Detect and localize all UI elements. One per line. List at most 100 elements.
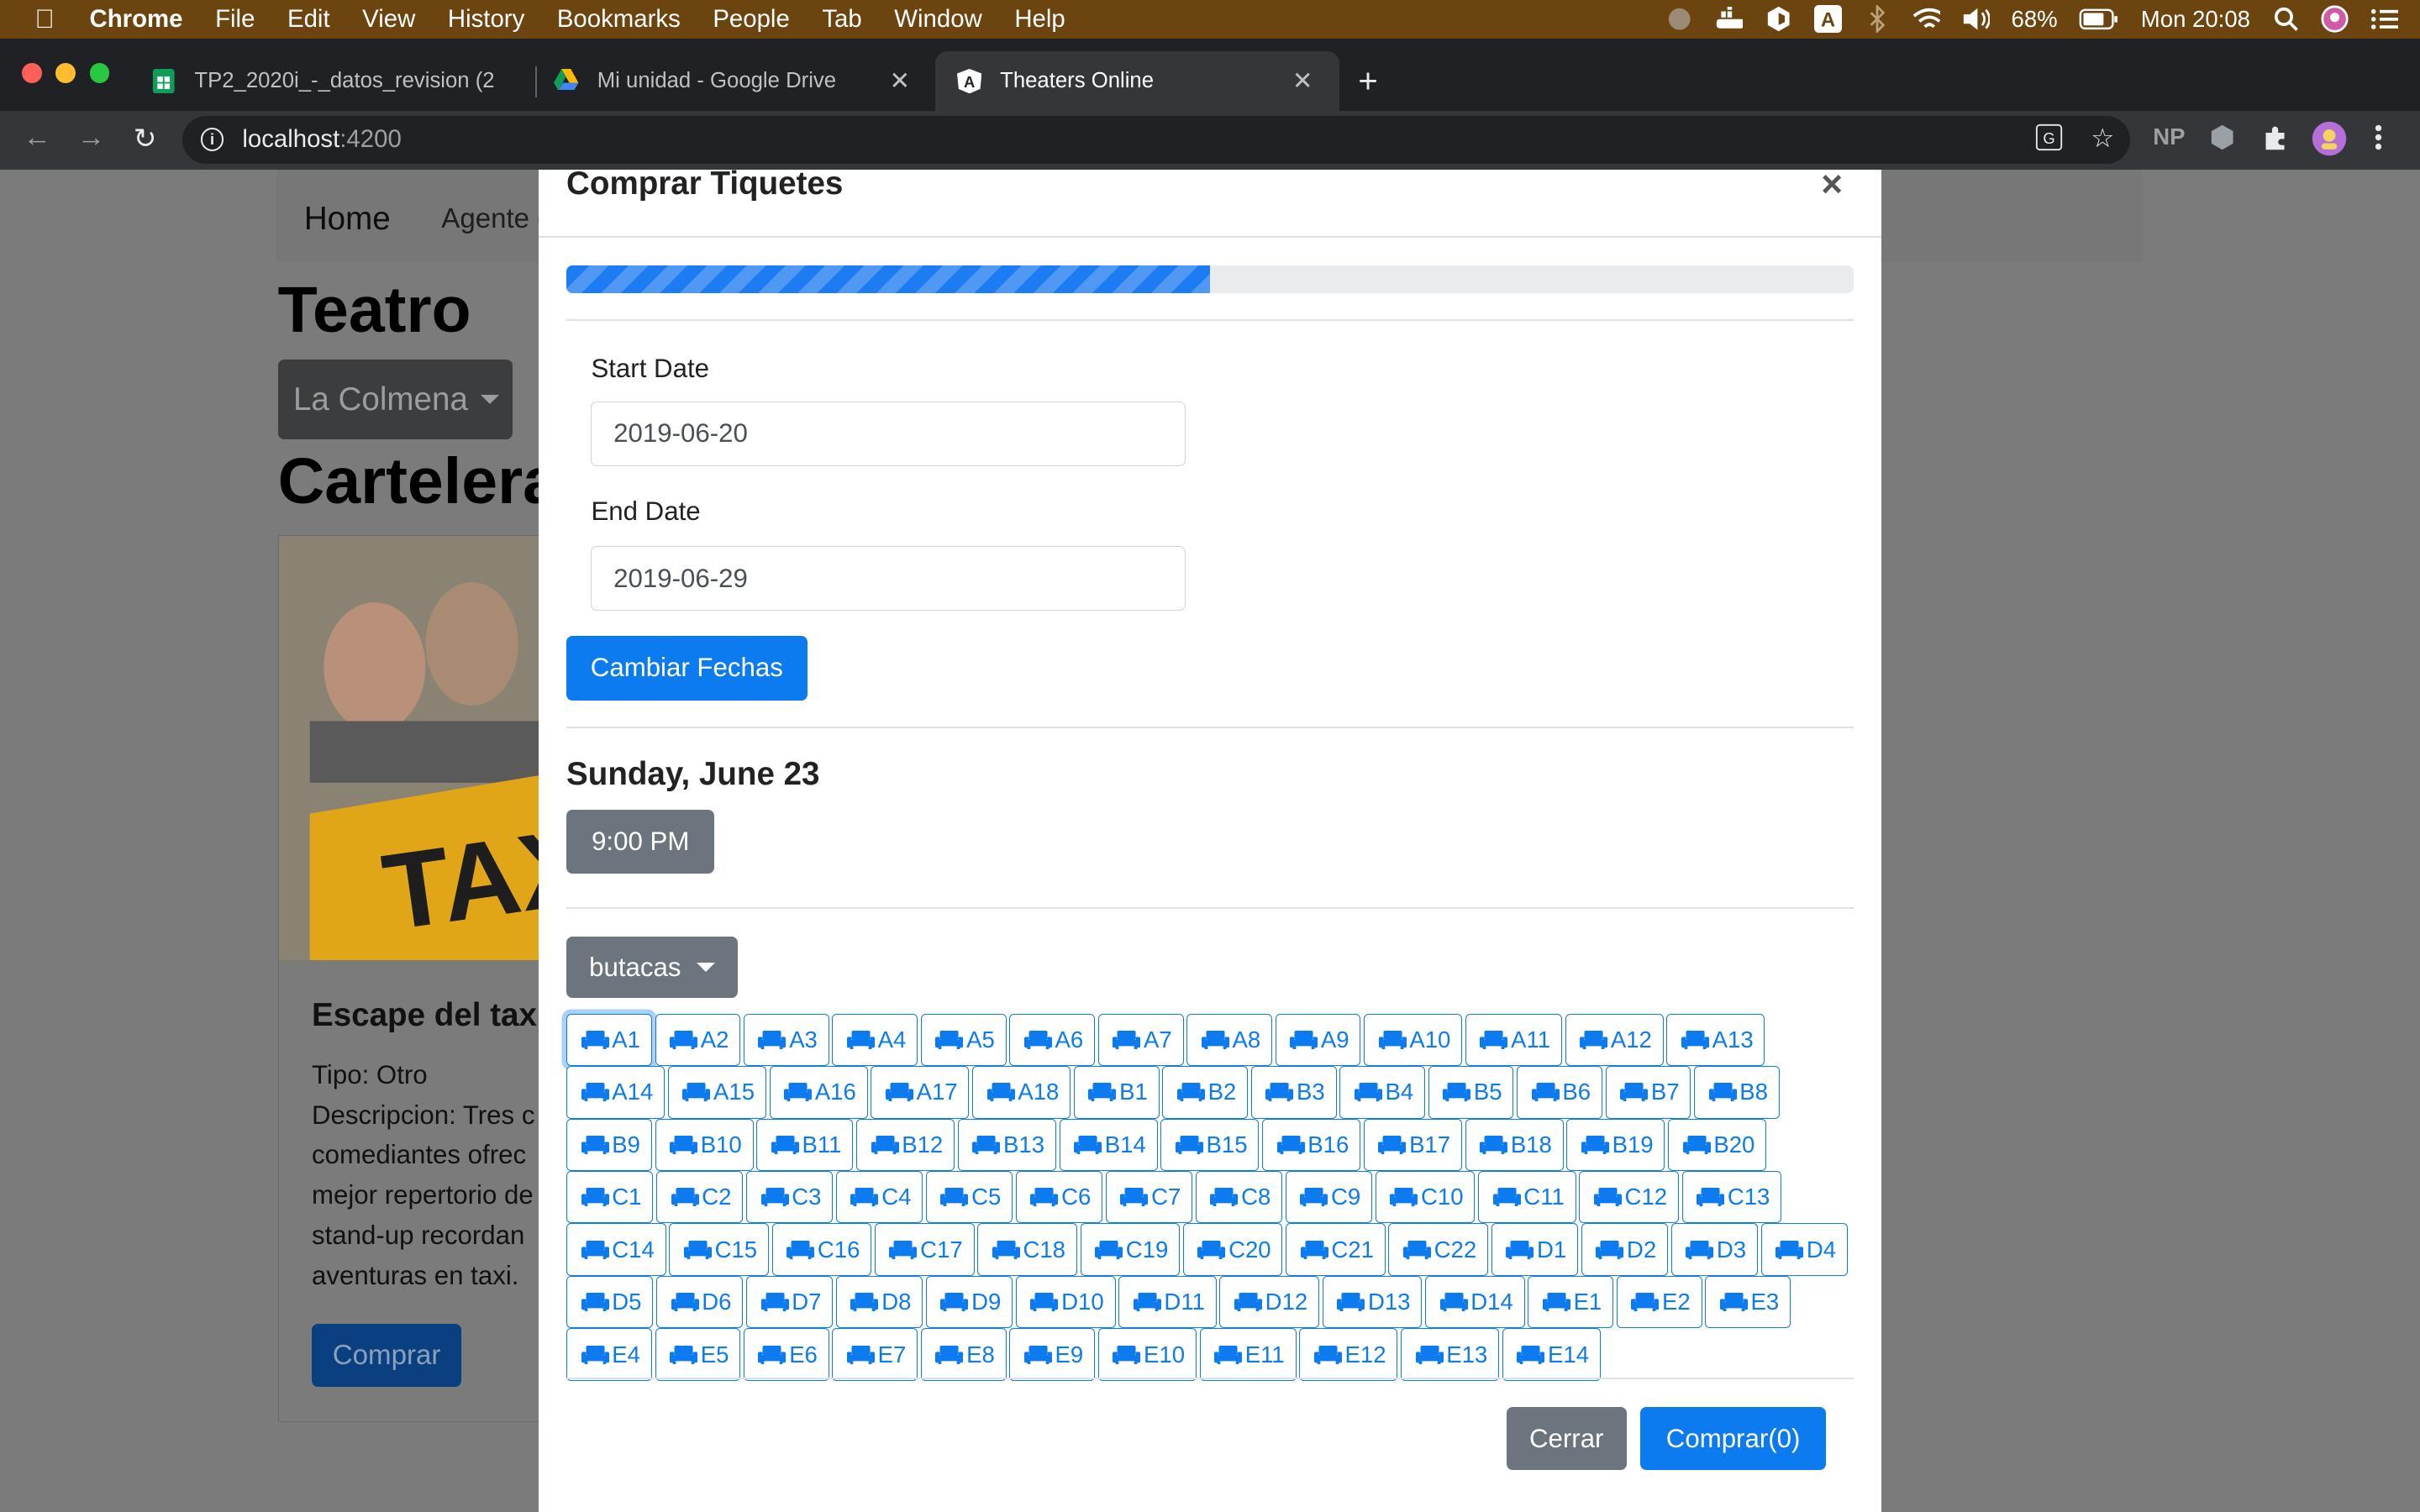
seat-button-a5[interactable]: A5 bbox=[920, 1013, 1007, 1067]
menubar-clock[interactable]: Mon 20:08 bbox=[2141, 6, 2250, 33]
new-tab-icon[interactable]: + bbox=[1358, 61, 1378, 101]
seat-button-c9[interactable]: C9 bbox=[1285, 1171, 1373, 1224]
seat-button-e5[interactable]: E5 bbox=[655, 1328, 741, 1381]
seat-button-a3[interactable]: A3 bbox=[743, 1013, 829, 1067]
seat-button-a17[interactable]: A17 bbox=[871, 1066, 970, 1119]
seat-button-a6[interactable]: A6 bbox=[1009, 1013, 1096, 1067]
card-buy-button[interactable]: Comprar bbox=[312, 1323, 462, 1388]
seat-button-e4[interactable]: E4 bbox=[566, 1328, 652, 1381]
showtime-button[interactable]: 9:00 PM bbox=[566, 810, 715, 874]
forward-icon[interactable]: → bbox=[72, 122, 109, 154]
seat-button-d8[interactable]: D8 bbox=[835, 1275, 923, 1329]
seat-button-b1[interactable]: B1 bbox=[1073, 1066, 1160, 1119]
seat-button-b12[interactable]: B12 bbox=[856, 1118, 955, 1172]
seat-button-d2[interactable]: D2 bbox=[1581, 1223, 1668, 1276]
extensions-puzzle-icon[interactable] bbox=[2261, 123, 2289, 157]
seat-button-b14[interactable]: B14 bbox=[1059, 1118, 1158, 1172]
seat-button-c4[interactable]: C4 bbox=[835, 1171, 923, 1224]
seat-button-d6[interactable]: D6 bbox=[656, 1275, 744, 1329]
seat-button-b7[interactable]: B7 bbox=[1605, 1066, 1691, 1119]
seat-button-a7[interactable]: A7 bbox=[1097, 1013, 1184, 1067]
seat-button-c11[interactable]: C11 bbox=[1478, 1171, 1576, 1224]
menu-bookmarks[interactable]: Bookmarks bbox=[557, 5, 681, 34]
chrome-menu-icon[interactable] bbox=[2374, 123, 2383, 157]
seat-button-c7[interactable]: C7 bbox=[1105, 1171, 1193, 1224]
seat-button-b6[interactable]: B6 bbox=[1517, 1066, 1602, 1119]
change-dates-button[interactable]: Cambiar Fechas bbox=[566, 635, 808, 701]
seat-button-a14[interactable]: A14 bbox=[566, 1066, 666, 1119]
seat-button-e12[interactable]: E12 bbox=[1299, 1328, 1398, 1381]
seat-button-c14[interactable]: C14 bbox=[566, 1223, 666, 1276]
seat-button-d11[interactable]: D11 bbox=[1118, 1275, 1217, 1329]
start-date-input[interactable]: 2019-06-20 bbox=[591, 401, 1186, 466]
np-extension-icon[interactable]: NP bbox=[2153, 123, 2185, 150]
seat-button-c21[interactable]: C21 bbox=[1286, 1223, 1386, 1276]
seat-button-d14[interactable]: D14 bbox=[1425, 1275, 1525, 1329]
seat-button-e14[interactable]: E14 bbox=[1502, 1328, 1601, 1381]
theater-select-dropdown[interactable]: La Colmena bbox=[277, 359, 513, 440]
seat-button-d5[interactable]: D5 bbox=[566, 1275, 654, 1329]
seat-button-c19[interactable]: C19 bbox=[1080, 1223, 1181, 1276]
close-modal-button[interactable]: Cerrar bbox=[1506, 1407, 1627, 1471]
menu-tab[interactable]: Tab bbox=[822, 5, 861, 34]
close-tab-icon[interactable]: ✕ bbox=[884, 66, 915, 96]
seat-button-a2[interactable]: A2 bbox=[655, 1013, 741, 1067]
close-tab-icon[interactable]: ✕ bbox=[1287, 66, 1318, 96]
menu-window[interactable]: Window bbox=[894, 5, 981, 34]
seat-button-c22[interactable]: C22 bbox=[1388, 1223, 1489, 1276]
menu-edit[interactable]: Edit bbox=[287, 5, 330, 34]
seat-button-c10[interactable]: C10 bbox=[1375, 1171, 1476, 1224]
seat-button-e9[interactable]: E9 bbox=[1009, 1328, 1096, 1381]
seat-button-e11[interactable]: E11 bbox=[1199, 1328, 1297, 1381]
input-source-icon[interactable]: A bbox=[1813, 5, 1842, 34]
window-close-button[interactable] bbox=[21, 63, 42, 84]
docker-icon[interactable] bbox=[1715, 5, 1744, 33]
seat-button-b16[interactable]: B16 bbox=[1262, 1118, 1361, 1172]
seat-button-e1[interactable]: E1 bbox=[1528, 1275, 1614, 1329]
seat-button-b10[interactable]: B10 bbox=[655, 1118, 754, 1172]
seat-button-b11[interactable]: B11 bbox=[756, 1118, 854, 1172]
status-circle-icon[interactable] bbox=[1665, 5, 1693, 33]
seat-button-b17[interactable]: B17 bbox=[1363, 1118, 1462, 1172]
seat-button-b8[interactable]: B8 bbox=[1694, 1066, 1780, 1119]
seat-button-a18[interactable]: A18 bbox=[972, 1066, 1071, 1119]
seat-button-c17[interactable]: C17 bbox=[874, 1223, 975, 1276]
bluetooth-icon[interactable] bbox=[1863, 5, 1891, 34]
seat-button-e2[interactable]: E2 bbox=[1616, 1275, 1702, 1329]
seat-button-e8[interactable]: E8 bbox=[920, 1328, 1007, 1381]
seat-button-c15[interactable]: C15 bbox=[669, 1223, 769, 1276]
seat-button-d1[interactable]: D1 bbox=[1491, 1223, 1579, 1276]
seat-button-d12[interactable]: D12 bbox=[1219, 1275, 1320, 1329]
site-info-icon[interactable]: i bbox=[200, 128, 224, 151]
tab-google-drive[interactable]: Mi unidad - Google Drive ✕ bbox=[533, 51, 937, 112]
seat-button-c16[interactable]: C16 bbox=[771, 1223, 872, 1276]
translate-icon[interactable]: G bbox=[2035, 123, 2063, 158]
tab-spreadsheet[interactable]: TP2_2020i_-_datos_revision (2 bbox=[129, 51, 534, 112]
seat-button-c8[interactable]: C8 bbox=[1195, 1171, 1283, 1224]
menu-history[interactable]: History bbox=[448, 5, 524, 34]
seat-button-b4[interactable]: B4 bbox=[1339, 1066, 1426, 1119]
bookmark-star-icon[interactable]: ☆ bbox=[2091, 123, 2114, 158]
seat-button-c1[interactable]: C1 bbox=[566, 1171, 654, 1224]
apple-icon[interactable]:  bbox=[0, 4, 90, 34]
spotlight-search-icon[interactable] bbox=[2272, 5, 2300, 33]
seat-button-a12[interactable]: A12 bbox=[1565, 1013, 1664, 1067]
seat-button-a13[interactable]: A13 bbox=[1666, 1013, 1765, 1067]
seat-button-d9[interactable]: D9 bbox=[925, 1275, 1013, 1329]
seat-button-d10[interactable]: D10 bbox=[1015, 1275, 1116, 1329]
seat-button-a1[interactable]: A1 bbox=[566, 1013, 652, 1067]
menu-help[interactable]: Help bbox=[1014, 5, 1065, 34]
volume-icon[interactable] bbox=[1962, 5, 1990, 33]
cube-extension-icon[interactable] bbox=[2210, 123, 2234, 157]
seat-button-a11[interactable]: A11 bbox=[1465, 1013, 1562, 1067]
buy-button[interactable]: Comprar(0) bbox=[1640, 1407, 1826, 1471]
seats-dropdown-button[interactable]: butacas bbox=[566, 936, 738, 999]
seat-button-b13[interactable]: B13 bbox=[957, 1118, 1056, 1172]
seat-button-e3[interactable]: E3 bbox=[1705, 1275, 1791, 1329]
seat-button-a16[interactable]: A16 bbox=[769, 1066, 868, 1119]
wifi-icon[interactable] bbox=[1912, 5, 1941, 33]
notification-center-icon[interactable] bbox=[2370, 5, 2399, 33]
seat-button-b2[interactable]: B2 bbox=[1162, 1066, 1249, 1119]
battery-icon[interactable] bbox=[2079, 5, 2119, 33]
reload-icon[interactable]: ↻ bbox=[127, 122, 164, 155]
